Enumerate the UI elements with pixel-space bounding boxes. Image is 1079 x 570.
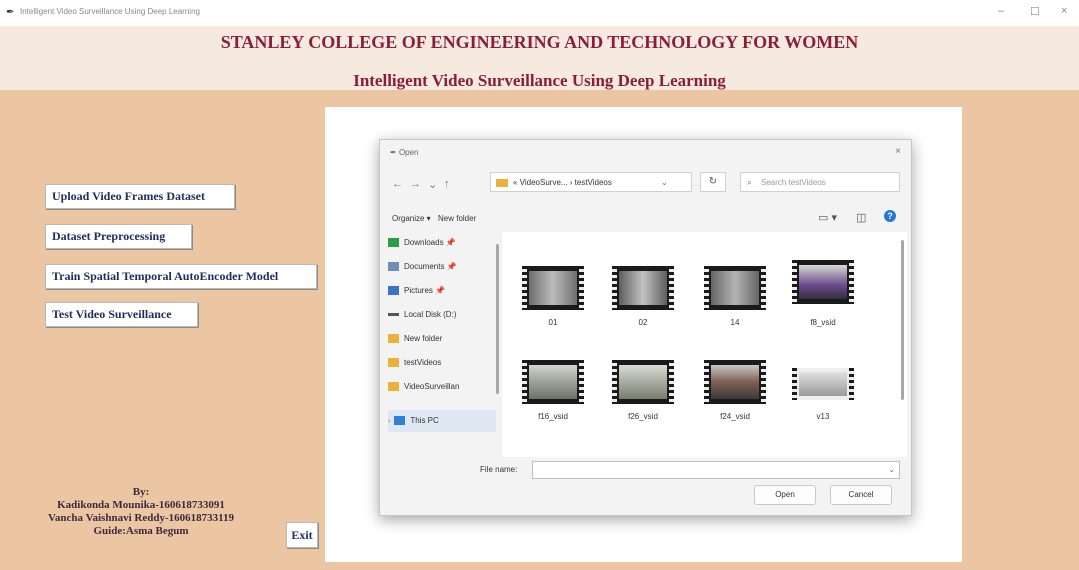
file-name: f16_vsid [538,412,568,421]
file-name: f24_vsid [720,412,750,421]
folder-icon [388,358,399,368]
nav-item-this-pc[interactable]: › This PC [388,410,496,432]
folder-icon [496,179,508,187]
college-title: STANLEY COLLEGE OF ENGINEERING AND TECHN… [220,32,859,52]
train-model-button[interactable]: Train Spatial Temporal AutoEncoder Model [45,264,317,289]
file-name: v13 [816,412,830,421]
nav-item-new-folder[interactable]: New folder [388,328,496,350]
search-placeholder: Search testVideos [761,178,826,187]
folder-icon [388,334,399,344]
back-arrow-icon[interactable]: ← [392,178,403,190]
address-path: « VideoSurve... › testVideos [513,178,612,187]
search-icon: ⌕ [747,177,753,187]
refresh-button[interactable]: ↻ [700,172,726,192]
video-thumbnail [704,266,766,310]
credits-guide: Guide:Asma Begum [93,525,189,537]
file-name: f8_vsid [810,318,836,327]
forward-arrow-icon[interactable]: → [410,178,421,190]
file-name: 02 [638,318,648,327]
folder-icon [388,382,399,392]
minimize-button[interactable]: – [998,5,1004,17]
credits-author-2: Vancha Vaishnavi Reddy-160618733119 [47,512,235,524]
chevron-down-icon[interactable]: ⌄ [661,178,668,187]
file-item[interactable]: f16_vsid [514,360,592,440]
file-name: 14 [730,318,740,327]
maximize-button[interactable]: ☐ [1030,5,1040,18]
file-name: f26_vsid [628,412,658,421]
window-titlebar: ✒ Intelligent Video Surveillance Using D… [0,0,1079,26]
help-icon[interactable]: ? [884,210,896,222]
nav-item-videosurveillance[interactable]: VideoSurveillan [388,376,496,398]
nav-scrollbar[interactable] [496,244,499,394]
organize-menu[interactable]: Organize ▾ [392,214,431,223]
upload-dataset-button[interactable]: Upload Video Frames Dataset [45,184,235,209]
preprocess-button[interactable]: Dataset Preprocessing [45,224,192,249]
file-list: 01 02 14 f8_vsid f16_vsid f26_vsid f24_v… [502,232,907,457]
chevron-down-icon[interactable]: ⌄ [428,178,437,191]
file-item[interactable]: 01 [514,266,592,346]
preview-pane-icon[interactable]: ◫ [856,211,866,224]
chevron-right-icon: › [388,418,391,425]
video-thumbnail [612,266,674,310]
documents-icon [388,262,399,272]
search-input[interactable]: ⌕ Search testVideos [740,172,900,192]
download-icon [388,238,399,248]
open-file-dialog: ✒ Open × ← → ⌄ ↑ « VideoSurve... › testV… [379,139,912,516]
dialog-close-button[interactable]: × [895,146,901,157]
credits-by: By: [132,486,150,498]
view-options-icon[interactable]: ▭ ▾ [818,211,837,224]
dialog-toolbar: Organize ▾ New folder ▭ ▾ ◫ ? [380,202,911,234]
dialog-title: ✒ Open [390,148,419,157]
drive-icon [388,313,399,317]
window-title: Intelligent Video Surveillance Using Dee… [20,7,200,16]
file-item[interactable]: f8_vsid [784,260,862,340]
open-button[interactable]: Open [754,485,816,505]
computer-icon [394,416,406,426]
video-thumbnail [792,260,854,304]
video-thumbnail [704,360,766,404]
file-name-input[interactable]: ⌄ [532,461,900,479]
file-item[interactable]: f24_vsid [696,360,774,440]
file-item[interactable]: f26_vsid [604,360,682,440]
app-feather-icon: ✒ [6,7,15,18]
nav-item-downloads[interactable]: Downloads 📌 [388,232,496,254]
cancel-button[interactable]: Cancel [830,485,892,505]
credits: By: Kadikonda Mounika-160618733091 Vanch… [10,486,272,538]
up-arrow-icon[interactable]: ↑ [444,178,450,190]
nav-item-testvideos[interactable]: testVideos [388,352,496,374]
pictures-icon [388,286,399,296]
pin-icon: 📌 [445,238,456,247]
new-folder-button[interactable]: New folder [438,214,476,223]
video-thumbnail [522,266,584,310]
file-item[interactable]: 14 [696,266,774,346]
file-name: 01 [548,318,558,327]
credits-author-1: Kadikonda Mounika-160618733091 [57,499,225,511]
address-bar[interactable]: « VideoSurve... › testVideos ⌄ [490,172,692,192]
video-thumbnail [792,368,854,400]
chevron-down-icon[interactable]: ⌄ [888,465,895,474]
video-thumbnail [612,360,674,404]
navigation-pane: Downloads 📌 Documents 📌 Pictures 📌 Local… [380,232,500,450]
file-item[interactable]: 02 [604,266,682,346]
file-list-scrollbar[interactable] [901,240,904,400]
nav-item-local-disk[interactable]: Local Disk (D:) [388,304,496,326]
test-surveillance-button[interactable]: Test Video Surveillance [45,302,198,327]
project-title: Intelligent Video Surveillance Using Dee… [353,71,726,90]
close-button[interactable]: × [1061,5,1067,17]
file-name-label: File name: [480,465,518,474]
file-item[interactable]: v13 [784,360,862,440]
exit-button[interactable]: Exit [286,522,318,548]
video-thumbnail [522,360,584,404]
pin-icon: 📌 [435,286,446,295]
nav-item-pictures[interactable]: Pictures 📌 [388,280,496,302]
nav-item-documents[interactable]: Documents 📌 [388,256,496,278]
pin-icon: 📌 [446,262,457,271]
